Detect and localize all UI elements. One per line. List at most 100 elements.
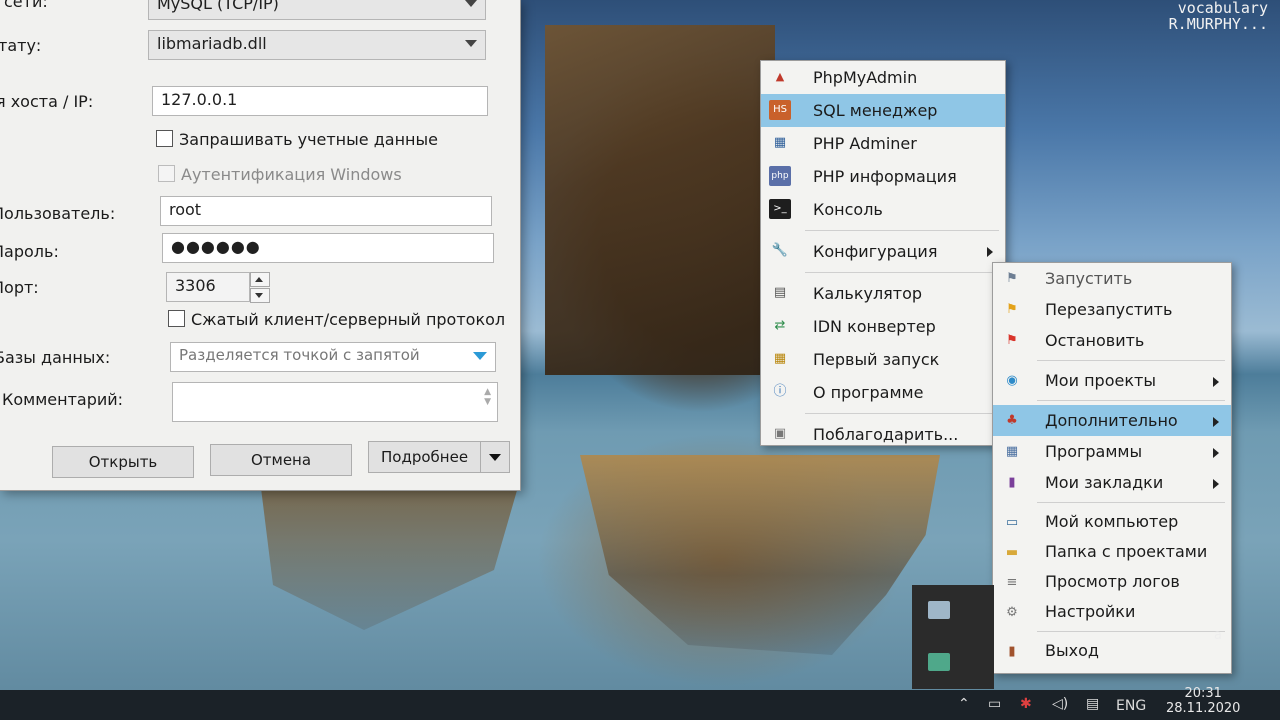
logs-icon: ≡ [1006,575,1018,590]
menu-item-label: PhpMyAdmin [813,68,918,87]
port-input[interactable]: 3306 [166,272,250,302]
menu-item-label: Выход [1045,641,1099,660]
volume-icon[interactable]: ◁) [1052,696,1068,712]
open-button[interactable]: Открыть [52,446,194,478]
port-label: Порт: [0,278,39,297]
laragon-tray-icon[interactable] [928,653,950,671]
tray-menu-my-computer[interactable]: ▭ Мой компьютер [993,507,1231,537]
tray-menu-projects-folder[interactable]: ▬ Папка с проектами [993,537,1231,567]
menu-item-label: Консоль [813,200,883,219]
heidisql-icon: HS [769,100,791,120]
port-stepper[interactable] [250,272,270,303]
databases-row: Базы данных: Разделяется точкой с запято… [0,342,520,376]
menu-item-phpmyadmin[interactable]: ▲ PhpMyAdmin [761,61,1005,94]
tray-menu-extra[interactable]: ♣ Дополнительно [993,405,1231,436]
tray-menu-exit[interactable]: ▮ Выход [993,636,1231,666]
menu-item-thanks[interactable]: ▣ Поблагодарить... [761,418,1005,451]
checkbox-box [158,165,175,182]
comment-row: Комментарий: ▲ ▼ [0,382,520,422]
menu-item-configuration[interactable]: 🔧 Конфигурация [761,235,1005,268]
password-label: Пароль: [0,242,59,261]
submenu-arrow-icon [1213,417,1219,427]
menu-separator [805,413,999,414]
tray-overflow-popup [912,585,994,689]
comment-textarea[interactable]: ▲ ▼ [172,382,498,422]
user-input[interactable]: root [160,196,492,226]
host-input[interactable]: 127.0.0.1 [152,86,488,116]
cancel-button[interactable]: Отмена [210,444,352,476]
password-input[interactable]: ●●●●●● [162,233,494,263]
comment-label: Комментарий: [2,390,124,409]
rock-arch-image [545,25,775,375]
thanks-icon: ▣ [773,426,787,441]
flag-yellow-icon: ⚑ [1006,302,1018,317]
menu-item-idn-converter[interactable]: ⇄ IDN конвертер [761,310,1005,343]
chevron-down-icon [473,352,487,360]
checkbox-box [168,310,185,327]
library-label: тату: [0,36,42,55]
wrench-icon: 🔧 [771,243,789,258]
windows-auth-checkbox[interactable]: Аутентификация Windows [158,165,402,184]
tray-menu-restart[interactable]: ⚑ Перезапустить [993,294,1231,325]
compressed-protocol-checkbox[interactable]: Сжатый клиент/серверный протокол [168,310,505,329]
gear-icon: ⚙ [1006,605,1018,620]
menu-item-php-adminer[interactable]: ▦ PHP Adminer [761,127,1005,160]
exit-icon: ▮ [1008,644,1016,659]
show-hidden-icons-icon[interactable]: ⌃ [958,696,970,712]
stepper-up-icon[interactable] [250,272,270,287]
network-icon[interactable]: ▭ [988,696,1001,712]
language-indicator[interactable]: ENG [1116,698,1146,714]
menu-item-label: IDN конвертер [813,317,936,336]
menu-item-console[interactable]: >_ Консоль [761,193,1005,226]
tray-menu-programs[interactable]: ▦ Программы [993,436,1231,467]
console-icon: >_ [769,199,791,219]
session-settings-dialog: сети: MySQL (TCP/IP) тату: libmariadb.dl… [0,0,521,491]
databases-input[interactable]: Разделяется точкой с запятой [170,342,496,372]
menu-item-about[interactable]: ⓘ О программе [761,376,1005,409]
menu-separator [805,272,999,273]
tray-menu-my-projects[interactable]: ◉ Мои проекты [993,365,1231,396]
menu-item-label: SQL менеджер [813,101,938,120]
chevron-down-icon [465,0,477,7]
compressed-protocol-label: Сжатый клиент/серверный протокол [191,310,506,329]
notes-icon[interactable]: ▤ [1086,696,1099,712]
stepper-down-icon[interactable] [250,288,270,303]
menu-separator [1037,502,1225,503]
menu-item-calculator[interactable]: ▤ Калькулятор [761,277,1005,310]
menu-item-label: Дополнительно [1045,411,1178,430]
watermark-line-1: vocabulary [1177,0,1268,17]
tray-menu-view-logs[interactable]: ≡ Просмотр логов [993,567,1231,597]
chevron-down-icon [465,40,477,47]
menu-separator [1037,400,1225,401]
menu-item-php-info[interactable]: php PHP информация [761,160,1005,193]
menu-separator [805,230,999,231]
windows-auth-label: Аутентификация Windows [181,165,402,184]
bookmarks-icon: ▮ [1008,475,1016,490]
first-run-icon: ▦ [773,351,787,366]
monitor-tray-icon[interactable] [928,601,950,619]
menu-item-label: Первый запуск [813,350,940,369]
menu-item-sql-manager[interactable]: HS SQL менеджер [761,94,1005,127]
password-row: Пароль: ●●●●●● [0,233,520,270]
menu-item-first-run[interactable]: ▦ Первый запуск [761,343,1005,376]
network-type-select[interactable]: MySQL (TCP/IP) [148,0,486,20]
tray-menu-bookmarks[interactable]: ▮ Мои закладки [993,467,1231,498]
tray-menu-start[interactable]: ⚑ Запустить [993,263,1231,294]
prompt-credentials-checkbox[interactable]: Запрашивать учетные данные [156,130,438,149]
idn-icon: ⇄ [774,318,786,333]
tray-menu-settings[interactable]: ⚙ Настройки [993,597,1231,627]
library-select[interactable]: libmariadb.dll [148,30,486,60]
tray-menu-stop[interactable]: ⚑ Остановить [993,325,1231,356]
laragon-main-menu: ▲ PhpMyAdmin HS SQL менеджер ▦ PHP Admin… [760,60,1006,446]
clock[interactable]: 20:31 28.11.2020 [1166,686,1240,716]
antivirus-icon[interactable]: ✱ [1020,696,1032,712]
databases-label: Базы данных: [0,348,111,367]
calculator-icon: ▤ [773,285,787,300]
network-type-value: MySQL (TCP/IP) [157,0,279,13]
dropdown-arrow-icon[interactable] [480,442,509,472]
globe-icon: ◉ [1006,373,1018,388]
menu-item-label: О программе [813,383,924,402]
menu-item-label: Конфигурация [813,242,938,261]
network-type-row: сети: MySQL (TCP/IP) [0,0,520,20]
more-button[interactable]: Подробнее [368,441,510,473]
